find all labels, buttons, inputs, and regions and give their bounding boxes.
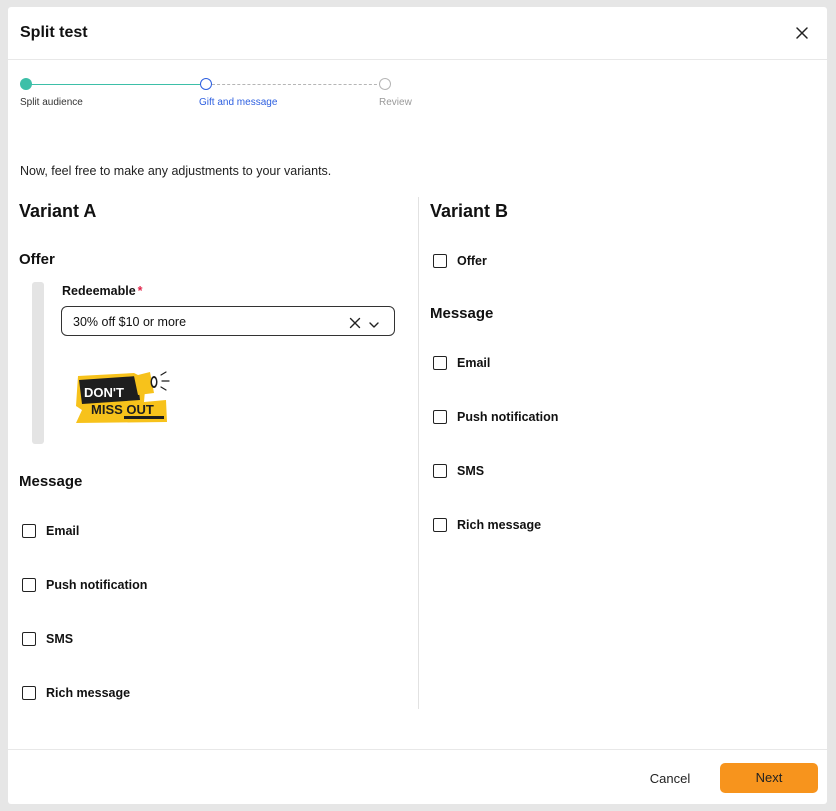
checkbox-box[interactable] [22, 524, 36, 538]
checkbox-label: Rich message [457, 518, 542, 532]
step-dot-split-audience[interactable] [20, 78, 32, 90]
variant-a-message-heading: Message [19, 473, 83, 490]
step-connector-completed [26, 84, 206, 85]
checkbox-box[interactable] [22, 578, 36, 592]
chevron-down-icon [369, 322, 379, 328]
badge-text-line1: DON'T [84, 385, 124, 400]
variant-b-title: Variant B [430, 201, 509, 221]
step-label-split-audience: Split audience [20, 97, 83, 108]
dropdown-toggle[interactable] [368, 317, 380, 328]
checkbox-label: SMS [457, 464, 485, 478]
checkbox-label: Email [457, 356, 491, 370]
next-button[interactable]: Next [720, 763, 818, 793]
clear-selection-button[interactable] [349, 316, 361, 329]
progress-stepper: Split audience Gift and message Review [8, 7, 827, 127]
variant-b-message-heading: Message [430, 305, 494, 322]
redeemable-select-value: 30% off $10 or more [73, 315, 187, 329]
intro-text: Now, feel free to make any adjustments t… [20, 164, 332, 178]
redeemable-select[interactable]: 30% off $10 or more [61, 306, 395, 336]
checkbox-box[interactable] [433, 356, 447, 370]
step-connector-upcoming [212, 84, 382, 85]
variant-a-offer-heading: Offer [19, 251, 55, 268]
variant-a-title: Variant A [19, 201, 97, 221]
checkbox-label: Offer [457, 254, 487, 268]
checkbox-box[interactable] [433, 254, 447, 268]
checkbox-box[interactable] [433, 410, 447, 424]
variant-divider [418, 197, 419, 709]
checkbox-label: SMS [46, 632, 74, 646]
checkbox-label: Rich message [46, 686, 131, 700]
offer-indent-bar [32, 282, 44, 444]
badge-text-line2: MISS OUT [91, 402, 154, 417]
cancel-button[interactable]: Cancel [639, 764, 701, 794]
redeemable-label: Redeemable * [62, 284, 143, 298]
required-mark: * [137, 284, 143, 298]
dialog-footer: Cancel Next [8, 749, 827, 804]
step-dot-review[interactable] [379, 78, 391, 90]
step-dot-gift-and-message[interactable] [200, 78, 212, 90]
clear-icon [349, 317, 361, 329]
split-test-dialog: Split test Split audience Gift and messa… [8, 7, 827, 804]
checkbox-box[interactable] [433, 518, 447, 532]
checkbox-box[interactable] [22, 632, 36, 646]
redeemable-label-text: Redeemable [62, 284, 136, 298]
megaphone-icon: DON'T MISS OUT [76, 371, 170, 423]
checkbox-label: Email [46, 524, 80, 538]
checkbox-box[interactable] [22, 686, 36, 700]
dont-miss-out-badge: DON'T MISS OUT [74, 370, 176, 426]
checkbox-label: Push notification [457, 410, 559, 424]
step-label-review: Review [379, 97, 412, 108]
checkbox-label: Push notification [46, 578, 148, 592]
step-label-gift-and-message: Gift and message [199, 97, 278, 108]
checkbox-box[interactable] [433, 464, 447, 478]
